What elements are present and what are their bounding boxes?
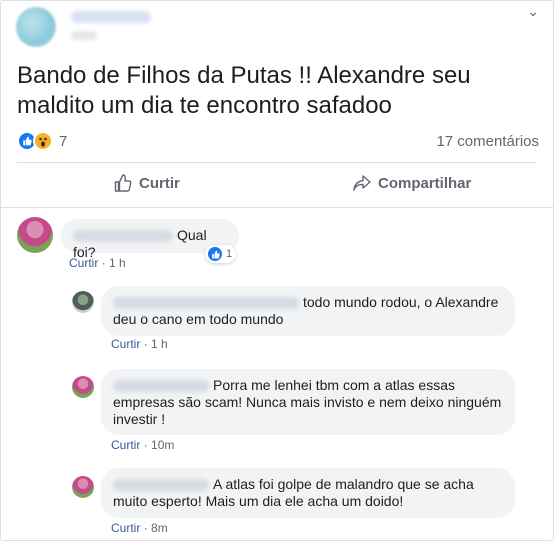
avatar[interactable]: [72, 291, 94, 313]
comment-time[interactable]: 10m: [151, 438, 174, 452]
author-avatar[interactable]: [16, 7, 56, 47]
comment-like-link[interactable]: Curtir: [111, 521, 140, 535]
like-button-label: Curtir: [139, 174, 180, 192]
comment-like-link[interactable]: Curtir: [111, 337, 140, 351]
comment-time[interactable]: 1 h: [109, 256, 126, 270]
post-card: ⌄ Bando de Filhos da Putas !! Alexandre …: [0, 0, 554, 541]
comment-reaction-badge[interactable]: 1: [205, 245, 237, 263]
comment-meta: Curtir · 8m: [111, 521, 168, 535]
share-button[interactable]: Compartilhar: [352, 173, 471, 193]
wow-reaction-icon: [33, 131, 53, 151]
comment-bubble: todo mundo rodou, o Alexandre deu o cano…: [101, 286, 515, 336]
comment-time[interactable]: 1 h: [151, 337, 168, 351]
comment-bubble: Porra me lenhei tbm com a atlas essas em…: [101, 369, 515, 435]
avatar[interactable]: [72, 476, 94, 498]
divider: [17, 162, 537, 163]
comment-meta: Curtir · 1 h: [69, 256, 126, 270]
comments-section: Qual foi? 1 Curtir · 1 h todo mundo rodo…: [1, 207, 553, 540]
comment-bubble: A atlas foi golpe de malandro que se ach…: [101, 468, 515, 518]
share-arrow-icon: [353, 175, 371, 191]
avatar[interactable]: [17, 217, 53, 253]
post-time-redacted[interactable]: [71, 31, 97, 40]
like-button[interactable]: Curtir: [113, 173, 180, 193]
comment-reaction-count: 1: [226, 248, 233, 260]
reactions-summary[interactable]: 7: [17, 131, 67, 151]
avatar[interactable]: [72, 376, 94, 398]
comment-like-link[interactable]: Curtir: [111, 438, 140, 452]
comment-author-redacted[interactable]: [113, 479, 209, 492]
like-reaction-icon: [207, 246, 223, 262]
comment-author-redacted[interactable]: [113, 380, 209, 393]
comment-time[interactable]: 8m: [151, 521, 168, 535]
comment-meta: Curtir · 10m: [111, 438, 175, 452]
comment-meta: Curtir · 1 h: [111, 337, 168, 351]
reaction-count: 7: [59, 132, 68, 150]
share-button-label: Compartilhar: [378, 174, 472, 192]
comments-count-link[interactable]: 17 comentários: [436, 133, 539, 150]
comment-like-link[interactable]: Curtir: [69, 256, 98, 270]
chevron-down-icon[interactable]: ⌄: [527, 3, 539, 20]
post-text: Bando de Filhos da Putas !! Alexandre se…: [17, 62, 471, 119]
comment-author-redacted[interactable]: [113, 297, 299, 310]
comment-author-redacted[interactable]: [73, 230, 173, 243]
thumbs-up-icon: [114, 174, 132, 192]
author-name-redacted[interactable]: [71, 11, 151, 23]
